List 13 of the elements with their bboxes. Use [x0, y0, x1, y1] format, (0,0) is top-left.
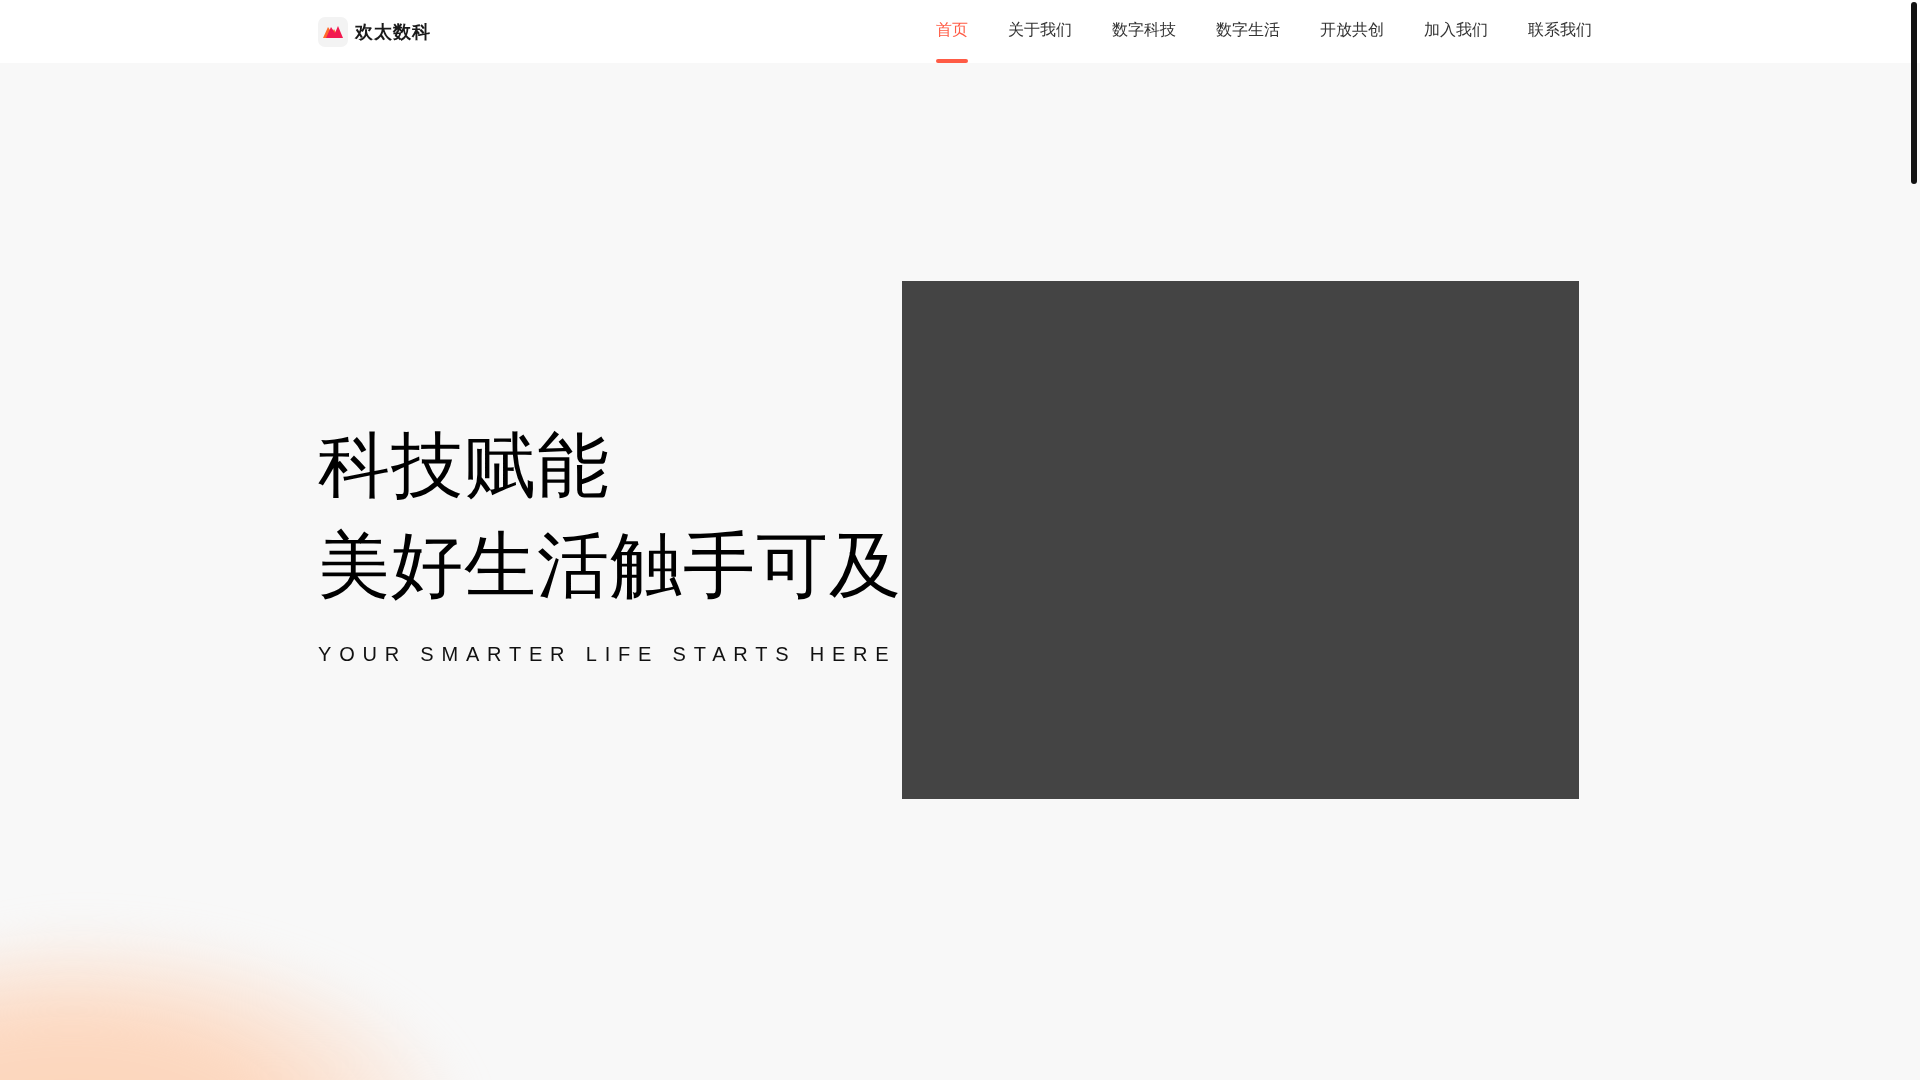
nav-link[interactable]: 数字生活 — [1216, 0, 1280, 63]
hero-heading: 美好生活触手可及 — [318, 523, 902, 607]
hero-heading: 科技赋能 — [318, 423, 610, 507]
nav-link[interactable]: 加入我们 — [1424, 0, 1488, 63]
video-area[interactable] — [902, 281, 1579, 799]
brand-name[interactable]: 欢太数科 — [355, 19, 431, 44]
nav-link[interactable]: 关于我们 — [1008, 0, 1072, 63]
nav-link[interactable]: 联系我们 — [1528, 0, 1592, 63]
scrollbar[interactable] — [1911, 2, 1917, 184]
nav-link[interactable]: 开放共创 — [1320, 0, 1384, 63]
logo-icon[interactable] — [318, 16, 348, 47]
nav-link[interactable]: 数字科技 — [1112, 0, 1176, 63]
hero-tagline: YOUR SMARTER LIFE STARTS HERE — [318, 642, 897, 666]
